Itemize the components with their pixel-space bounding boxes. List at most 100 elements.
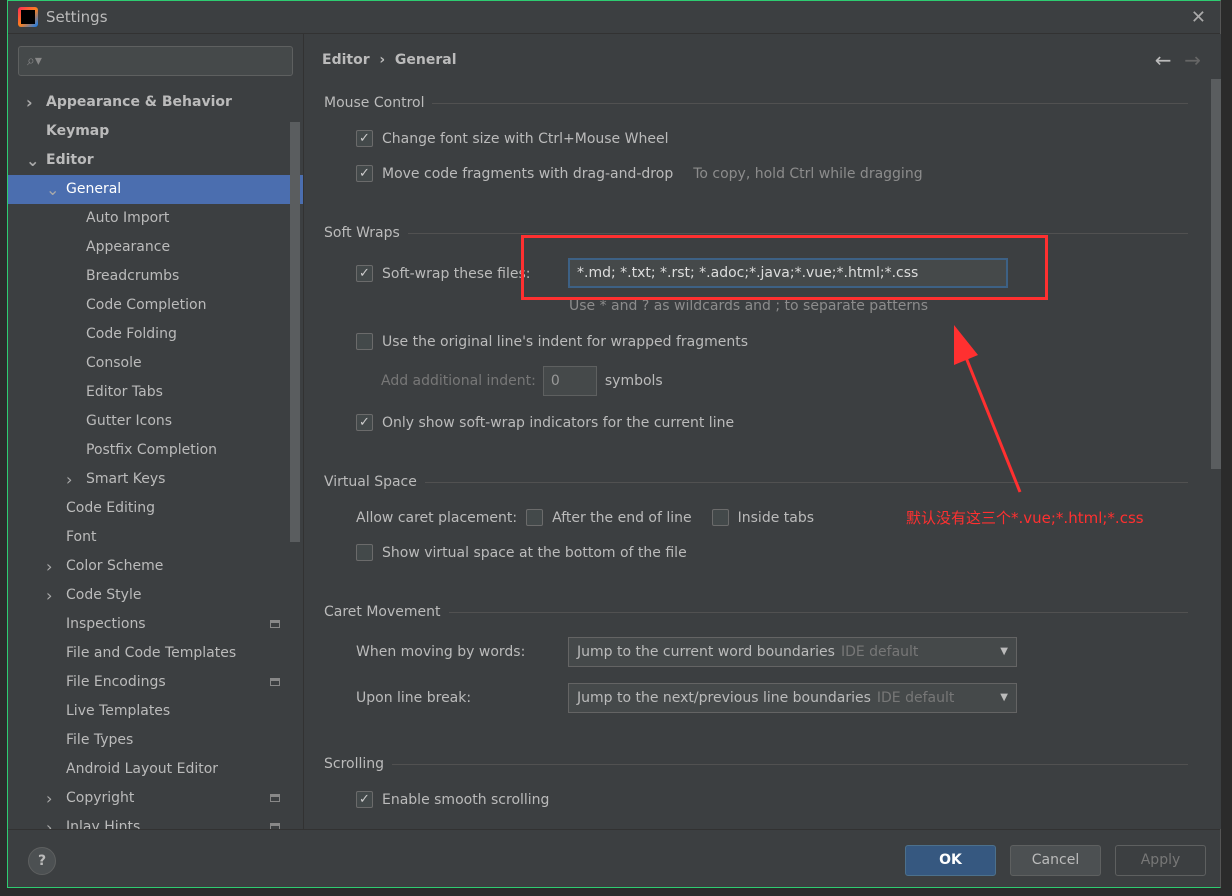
tree-item[interactable]: Code Folding bbox=[8, 320, 303, 349]
chevron-right-icon[interactable]: › bbox=[46, 552, 52, 581]
tree-item-label: Appearance & Behavior bbox=[46, 94, 232, 110]
tree-item[interactable]: File Encodings bbox=[8, 668, 303, 697]
tree-item-label: Code Folding bbox=[86, 326, 177, 342]
window-title: Settings bbox=[46, 8, 108, 26]
chevron-right-icon[interactable]: › bbox=[66, 465, 72, 494]
section-scrolling: Scrolling bbox=[324, 756, 1188, 772]
tree-item[interactable]: ⌄ General bbox=[8, 175, 303, 204]
tree-item-label: Appearance bbox=[86, 239, 171, 255]
back-arrow-icon[interactable]: ← bbox=[1155, 48, 1172, 72]
tree-item[interactable]: Gutter Icons bbox=[8, 407, 303, 436]
tree-item[interactable]: Keymap bbox=[8, 117, 303, 146]
search-input[interactable]: ⌕▾ bbox=[18, 46, 293, 76]
tree-item[interactable]: File Types bbox=[8, 726, 303, 755]
default-hint: IDE default bbox=[840, 644, 919, 660]
sidebar-scrollbar[interactable] bbox=[290, 122, 300, 542]
tree-item-label: Breadcrumbs bbox=[86, 268, 180, 284]
section-title: Scrolling bbox=[324, 756, 385, 772]
close-icon[interactable]: ✕ bbox=[1191, 7, 1206, 28]
label: Only show soft-wrap indicators for the c… bbox=[382, 414, 735, 431]
label: After the end of line bbox=[552, 509, 692, 526]
tree-item[interactable]: Code Editing bbox=[8, 494, 303, 523]
original-indent-checkbox[interactable] bbox=[356, 333, 373, 350]
tree-item[interactable]: Code Completion bbox=[8, 291, 303, 320]
tree-item-label: Inlay Hints bbox=[66, 819, 141, 829]
value: Jump to the current word boundaries bbox=[577, 644, 835, 660]
tree-item[interactable]: Postfix Completion bbox=[8, 436, 303, 465]
tree-item[interactable]: Breadcrumbs bbox=[8, 262, 303, 291]
tree-item[interactable]: › Color Scheme bbox=[8, 552, 303, 581]
tree-item-label: Font bbox=[66, 529, 97, 545]
section-title: Caret Movement bbox=[324, 604, 441, 620]
settings-tree: › Appearance & Behavior Keymap ⌄ Editor ⌄ Gene… bbox=[8, 88, 303, 829]
tree-item[interactable]: File and Code Templates bbox=[8, 639, 303, 668]
sidebar: ⌕▾ › Appearance & Behavior Keymap ⌄ Editor ⌄ G… bbox=[8, 34, 303, 829]
label: Change font size with Ctrl+Mouse Wheel bbox=[382, 130, 669, 147]
inside-tabs-checkbox[interactable] bbox=[711, 509, 729, 526]
section-virtual-space: Virtual Space bbox=[324, 474, 1188, 490]
tree-item[interactable]: › Smart Keys bbox=[8, 465, 303, 494]
chevron-down-icon[interactable]: ⌄ bbox=[26, 146, 39, 175]
breadcrumb-separator: › bbox=[379, 52, 386, 68]
tree-item[interactable]: Font bbox=[8, 523, 303, 552]
additional-indent-input[interactable]: 0 bbox=[542, 366, 597, 396]
tree-item[interactable]: Editor Tabs bbox=[8, 378, 303, 407]
tree-item-label: Inspections bbox=[66, 616, 146, 632]
breadcrumb-current: General bbox=[394, 52, 457, 68]
smooth-scrolling-checkbox[interactable]: ✓ bbox=[356, 791, 373, 808]
settings-dialog: Settings ✕ ⌕▾ › Appearance & Behavior Keym… bbox=[7, 0, 1221, 888]
label: Add additional indent: bbox=[381, 373, 536, 389]
section-caret-movement: Caret Movement bbox=[324, 604, 1188, 620]
drag-hint: To copy, hold Ctrl while dragging bbox=[693, 165, 923, 182]
tree-item[interactable]: Android Layout Editor bbox=[8, 755, 303, 784]
tree-item[interactable]: Inspections bbox=[8, 610, 303, 639]
breadcrumb-parent[interactable]: Editor bbox=[322, 52, 370, 68]
section-title: Mouse Control bbox=[324, 95, 425, 111]
soft-wrap-indicators-checkbox[interactable]: ✓ bbox=[356, 414, 373, 431]
chevron-down-icon: ▼ bbox=[1000, 646, 1008, 657]
apply-button[interactable]: Apply bbox=[1115, 845, 1206, 876]
default-hint: IDE default bbox=[876, 690, 955, 706]
after-end-checkbox[interactable] bbox=[526, 509, 544, 526]
chevron-right-icon[interactable]: › bbox=[26, 88, 33, 117]
tree-item[interactable]: Appearance bbox=[8, 233, 303, 262]
main-panel: Editor › General ← → Mouse Control ✓ Chan… bbox=[303, 34, 1221, 829]
value: Jump to the next/previous line boundarie… bbox=[577, 690, 871, 706]
forward-arrow-icon[interactable]: → bbox=[1184, 48, 1201, 72]
tree-item-label: Code Style bbox=[66, 587, 142, 603]
title-bar: Settings ✕ bbox=[8, 1, 1220, 34]
chevron-right-icon[interactable]: › bbox=[46, 813, 52, 829]
line-break-dropdown[interactable]: Jump to the next/previous line boundarie… bbox=[568, 683, 1017, 713]
cancel-button[interactable]: Cancel bbox=[1010, 845, 1101, 876]
font-size-checkbox[interactable]: ✓ Change font size with Ctrl+Mouse Wheel bbox=[356, 130, 668, 147]
ok-button[interactable]: OK bbox=[905, 845, 996, 876]
tree-item-label: Editor Tabs bbox=[86, 384, 163, 400]
tree-item-label: Keymap bbox=[46, 123, 110, 139]
tree-item-label: Android Layout Editor bbox=[66, 761, 219, 777]
label: Show virtual space at the bottom of the … bbox=[382, 544, 687, 561]
checkbox-checked-icon[interactable]: ✓ bbox=[356, 130, 373, 147]
tree-item[interactable]: Console bbox=[8, 349, 303, 378]
tree-item[interactable]: ⌄ Editor bbox=[8, 146, 303, 175]
label: Upon line break: bbox=[356, 690, 472, 706]
chevron-right-icon[interactable]: › bbox=[46, 581, 52, 610]
breadcrumb: Editor › General bbox=[322, 52, 457, 68]
tree-item[interactable]: › Appearance & Behavior bbox=[8, 88, 303, 117]
help-button[interactable]: ? bbox=[28, 847, 56, 875]
tree-item[interactable]: › Inlay Hints bbox=[8, 813, 303, 829]
soft-wrap-checkbox[interactable]: ✓ bbox=[356, 265, 373, 282]
words-dropdown[interactable]: Jump to the current word boundaries IDE d… bbox=[568, 637, 1017, 667]
virtual-bottom-checkbox[interactable] bbox=[356, 544, 373, 561]
tree-item[interactable]: › Copyright bbox=[8, 784, 303, 813]
tree-item[interactable]: › Code Style bbox=[8, 581, 303, 610]
tree-item-label: Live Templates bbox=[66, 703, 171, 719]
tree-item[interactable]: Auto Import bbox=[8, 204, 303, 233]
tree-item[interactable]: Live Templates bbox=[8, 697, 303, 726]
tree-item-label: Postfix Completion bbox=[86, 442, 218, 458]
tree-item-label: Console bbox=[86, 355, 142, 371]
annotation-highlight-box bbox=[521, 235, 1048, 300]
main-scrollbar[interactable] bbox=[1211, 79, 1221, 469]
chevron-down-icon[interactable]: ⌄ bbox=[46, 175, 59, 204]
drag-drop-checkbox[interactable]: ✓ bbox=[356, 165, 373, 182]
chevron-right-icon[interactable]: › bbox=[46, 784, 52, 813]
